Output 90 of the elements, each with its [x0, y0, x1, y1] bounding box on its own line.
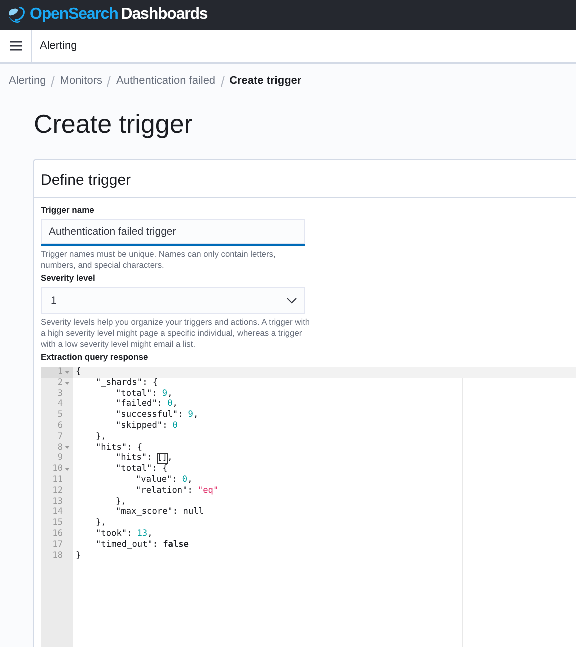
- json-punctuation: ,: [148, 528, 153, 540]
- json-number: 0: [168, 399, 173, 410]
- breadcrumb-separator-icon: [107, 76, 112, 86]
- json-punctuation: : {: [152, 464, 168, 475]
- help-text: Trigger names must be unique. Names can only contain letters, numbers, and special characters.: [41, 249, 277, 271]
- json-key: "hits": [96, 442, 128, 454]
- breadcrumb-separator-icon: [51, 76, 56, 86]
- json-number: 13: [137, 528, 148, 540]
- panel-title: Define trigger: [34, 160, 576, 198]
- line-number: 7: [58, 432, 63, 443]
- breadcrumb-link[interactable]: Authentication failed: [116, 75, 216, 87]
- json-key: "took": [96, 528, 128, 540]
- help-text: Severity levels help you organize your triggers and actions. A trigger with a high severity level might page a specific individual, whereas a trigger with a low severity level might email a list.: [41, 317, 311, 350]
- json-punctuation: :: [188, 486, 193, 497]
- code-editor[interactable]: [41, 367, 576, 647]
- line-number: 9: [58, 453, 63, 464]
- json-punctuation: :: [127, 528, 132, 540]
- json-number: 9: [188, 410, 194, 421]
- field-label: Extraction query response: [41, 352, 148, 362]
- json-punctuation: :: [152, 540, 158, 551]
- json-key: "failed": [116, 399, 158, 410]
- json-punctuation: }: [76, 550, 82, 562]
- field-label: Severity level: [41, 273, 96, 283]
- json-number: 0: [182, 474, 188, 486]
- breadcrumb-current[interactable]: Create trigger: [230, 75, 302, 87]
- line-number: 5: [58, 410, 63, 421]
- json-number: 0: [172, 420, 178, 432]
- json-punctuation: :: [172, 474, 178, 486]
- json-punctuation: ,: [193, 410, 199, 421]
- json-key: "skipped": [116, 420, 163, 432]
- json-key: "_shards": [96, 378, 143, 389]
- json-key: "total": [116, 388, 152, 400]
- fold-caret-icon[interactable]: [64, 382, 70, 385]
- line-number: 13: [52, 496, 63, 508]
- json-punctuation: },: [96, 432, 106, 443]
- json-punctuation: {: [76, 367, 82, 378]
- json-punctuation: },: [116, 496, 126, 508]
- json-punctuation: :: [178, 410, 184, 421]
- fold-caret-icon[interactable]: [64, 468, 70, 472]
- json-key: "total": [116, 464, 152, 475]
- json-punctuation: ,: [168, 388, 173, 400]
- json-punctuation: : {: [127, 442, 143, 454]
- line-number: 1: [58, 367, 63, 378]
- json-punctuation: : {: [142, 378, 158, 389]
- line-number: 11: [52, 474, 63, 486]
- field-label: Trigger name: [41, 205, 94, 215]
- line-number: 16: [52, 528, 63, 540]
- severity-select[interactable]: 1: [41, 287, 305, 314]
- json-punctuation: ,: [188, 474, 193, 486]
- fold-caret-icon[interactable]: [64, 446, 70, 450]
- menu-icon: [10, 41, 22, 51]
- json-key: "value": [136, 474, 172, 486]
- logo-icon: [7, 5, 27, 25]
- json-punctuation: ,: [172, 399, 178, 410]
- json-punctuation: :: [152, 388, 158, 399]
- json-key: "successful": [116, 410, 178, 421]
- chevron-down-icon: [287, 298, 297, 304]
- fold-caret-icon[interactable]: [64, 370, 70, 374]
- json-punctuation: ,: [168, 453, 173, 464]
- json-punctuation: :: [147, 453, 152, 464]
- json-punctuation: :: [162, 420, 168, 432]
- trigger-name-field[interactable]: Authentication failed trigger: [41, 219, 305, 246]
- json-punctuation: : null: [172, 507, 204, 518]
- json-key: "relation": [136, 486, 188, 497]
- json-string: "eq": [198, 486, 219, 497]
- json-punctuation: },: [96, 518, 106, 529]
- line-number: 8: [58, 442, 63, 454]
- page-title: Create trigger: [34, 108, 194, 141]
- json-number: 9: [162, 388, 168, 400]
- line-number: 3: [58, 388, 63, 400]
- logo-text: OpenSearch Dashboards: [30, 6, 208, 24]
- breadcrumb-link[interactable]: Alerting: [9, 75, 46, 87]
- line-number: 4: [58, 399, 63, 410]
- json-punctuation: :: [157, 399, 163, 410]
- json-boolean: false: [163, 540, 189, 551]
- line-number: 6: [58, 420, 63, 432]
- line-number: 15: [52, 518, 63, 529]
- breadcrumb-link[interactable]: Monitors: [60, 75, 102, 87]
- line-number: 12: [52, 486, 63, 497]
- json-key: "hits": [116, 453, 148, 464]
- line-number: 2: [58, 378, 63, 389]
- select-value: 1: [51, 294, 57, 306]
- json-key: "timed_out": [96, 540, 153, 551]
- line-number: 14: [52, 507, 63, 518]
- json-key: "max_score": [116, 507, 173, 518]
- line-number: 17: [52, 540, 63, 551]
- breadcrumb-separator-icon: [220, 76, 225, 86]
- line-number: 10: [52, 464, 63, 475]
- app-title: Alerting: [40, 40, 78, 52]
- line-number: 18: [52, 550, 63, 562]
